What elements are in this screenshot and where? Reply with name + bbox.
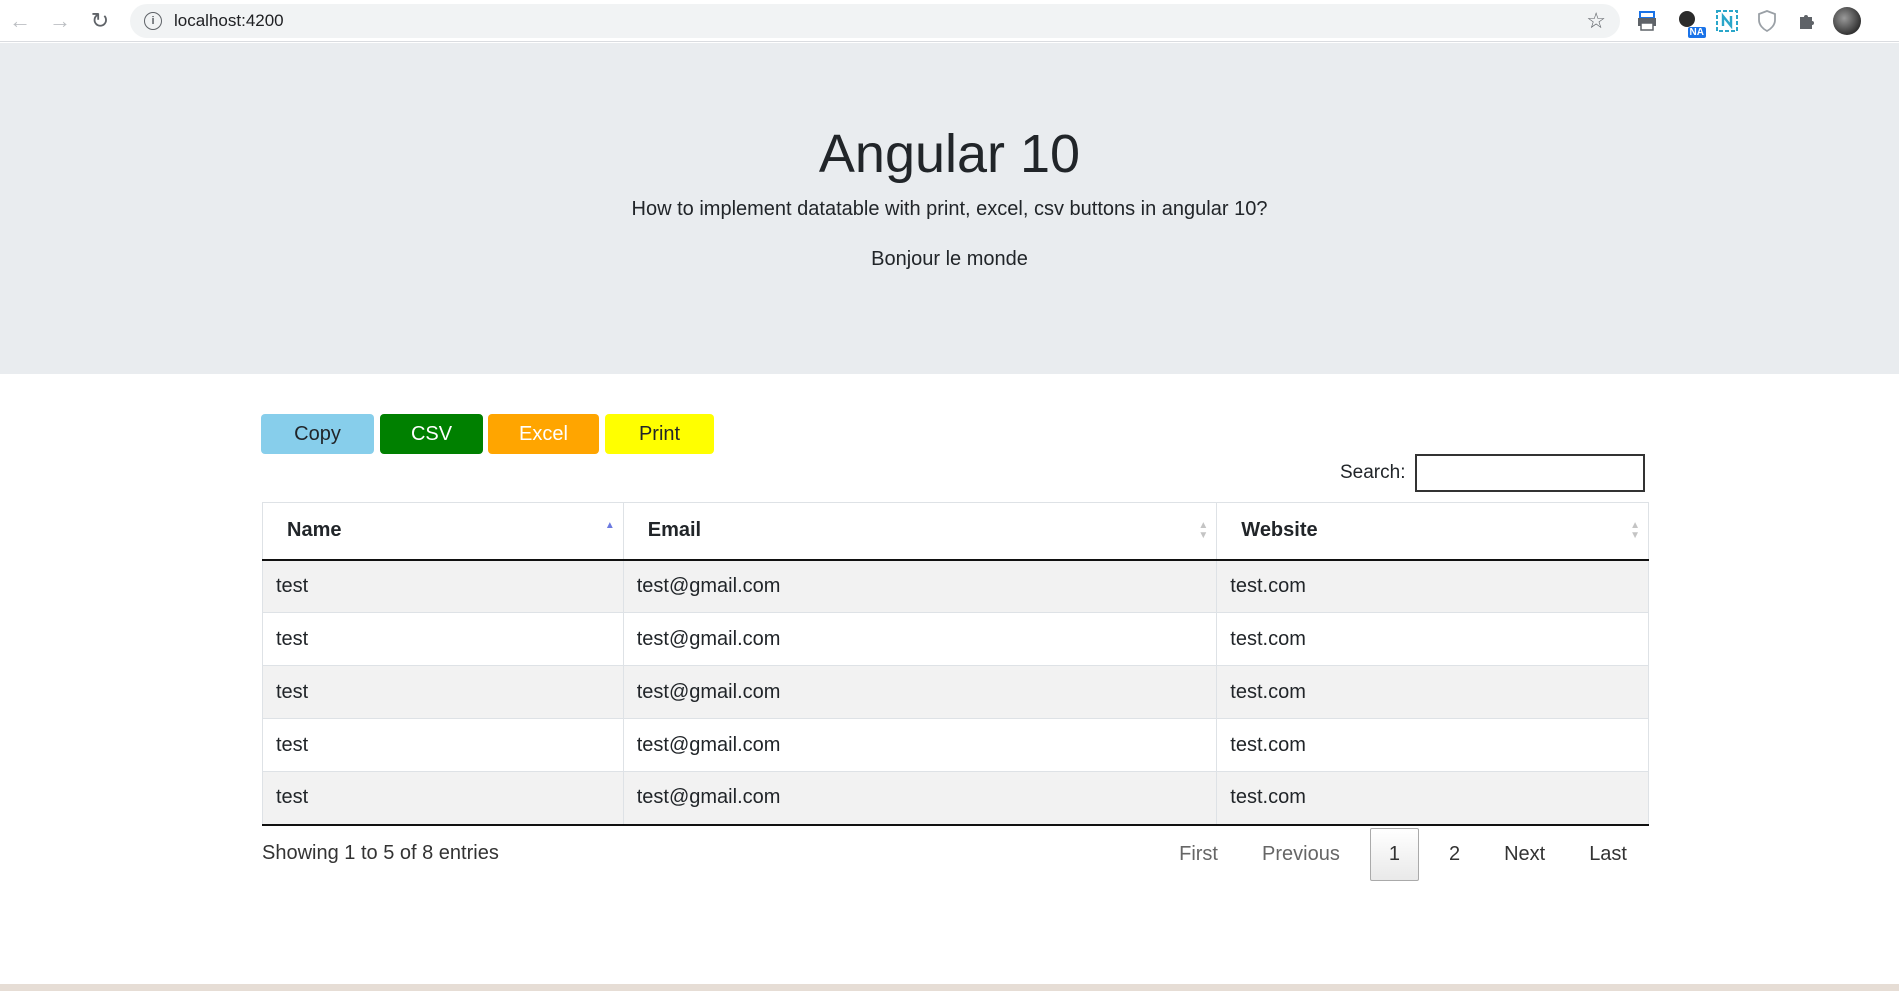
column-header-name[interactable]: Name ▲ — [262, 502, 624, 561]
pagination: First Previous 1 2 Next Last — [1157, 828, 1649, 881]
column-header-website[interactable]: Website ▲ ▼ — [1216, 502, 1649, 561]
column-header-email[interactable]: Email ▲ ▼ — [622, 502, 1218, 561]
pagination-page-1[interactable]: 1 — [1369, 828, 1419, 881]
cell-name: test — [262, 771, 624, 826]
pagination-page-2[interactable]: 2 — [1427, 828, 1482, 881]
cell-website: test.com — [1216, 718, 1649, 772]
cell-email: test@gmail.com — [622, 771, 1218, 826]
pagination-first[interactable]: First — [1157, 828, 1240, 881]
reload-icon[interactable]: ↻ — [80, 1, 120, 41]
cell-email: test@gmail.com — [622, 665, 1218, 719]
cell-email: test@gmail.com — [622, 718, 1218, 772]
hero-banner: Angular 10 How to implement datatable wi… — [0, 43, 1899, 374]
avatar — [1833, 7, 1861, 35]
cell-website: test.com — [1216, 612, 1649, 666]
extension-n-icon[interactable] — [1712, 6, 1742, 36]
column-header-label: Name — [287, 519, 342, 542]
sort-both-icon: ▲ ▼ — [1198, 520, 1209, 541]
cell-name: test — [262, 559, 624, 613]
back-arrow-icon[interactable]: ← — [0, 1, 40, 41]
cell-name: test — [262, 665, 624, 719]
sort-ascending-icon: ▲ — [604, 520, 615, 531]
pagination-next[interactable]: Next — [1482, 828, 1567, 881]
excel-button[interactable]: Excel — [488, 414, 599, 454]
cell-email: test@gmail.com — [622, 559, 1218, 613]
page-title: Angular 10 — [818, 124, 1081, 184]
window-bottom-edge — [0, 984, 1899, 991]
table-row: test test@gmail.com test.com — [262, 718, 1649, 772]
cell-website: test.com — [1216, 559, 1649, 613]
table-info: Showing 1 to 5 of 8 entries — [262, 842, 499, 864]
table-row: test test@gmail.com test.com — [262, 559, 1649, 613]
sort-both-icon: ▲ ▼ — [1630, 520, 1640, 541]
extension-printer-icon[interactable] — [1632, 6, 1662, 36]
column-header-label: Website — [1241, 519, 1318, 542]
cell-name: test — [262, 718, 624, 772]
search-label: Search: — [1340, 462, 1406, 483]
extensions-puzzle-icon[interactable] — [1792, 6, 1822, 36]
address-bar[interactable]: i localhost:4200 ☆ — [130, 4, 1620, 38]
print-button[interactable]: Print — [605, 414, 714, 454]
pagination-previous[interactable]: Previous — [1240, 828, 1362, 881]
copy-button[interactable]: Copy — [261, 414, 374, 454]
csv-button[interactable]: CSV — [380, 414, 483, 454]
cell-name: test — [262, 612, 624, 666]
page-subtitle: How to implement datatable with print, e… — [631, 198, 1268, 220]
table-header-row: Name ▲ Email ▲ ▼ Website ▲ ▼ — [262, 502, 1649, 561]
cell-email: test@gmail.com — [622, 612, 1218, 666]
table-row: test test@gmail.com test.com — [262, 665, 1649, 719]
table-row: test test@gmail.com test.com — [262, 771, 1649, 826]
search-filter: Search: — [1340, 454, 1646, 492]
extension-badge: NA — [1687, 27, 1706, 38]
data-table: Name ▲ Email ▲ ▼ Website ▲ ▼ test test@gma… — [262, 502, 1649, 826]
cell-website: test.com — [1216, 665, 1649, 719]
site-info-icon[interactable]: i — [144, 12, 162, 30]
extension-shield-icon[interactable] — [1752, 6, 1782, 36]
greeting-text: Bonjour le monde — [871, 248, 1028, 270]
bookmark-star-icon[interactable]: ☆ — [1586, 8, 1606, 34]
search-input[interactable] — [1415, 454, 1646, 492]
forward-arrow-icon[interactable]: → — [40, 1, 80, 41]
cell-website: test.com — [1216, 771, 1649, 826]
pagination-last[interactable]: Last — [1567, 828, 1649, 881]
extension-na-icon[interactable]: NA — [1672, 6, 1706, 38]
browser-toolbar: ← → ↻ i localhost:4200 ☆ NA — [0, 0, 1899, 42]
address-bar-url[interactable]: localhost:4200 — [174, 11, 284, 31]
profile-avatar[interactable] — [1832, 6, 1862, 36]
table-row: test test@gmail.com test.com — [262, 612, 1649, 666]
column-header-label: Email — [647, 519, 702, 542]
